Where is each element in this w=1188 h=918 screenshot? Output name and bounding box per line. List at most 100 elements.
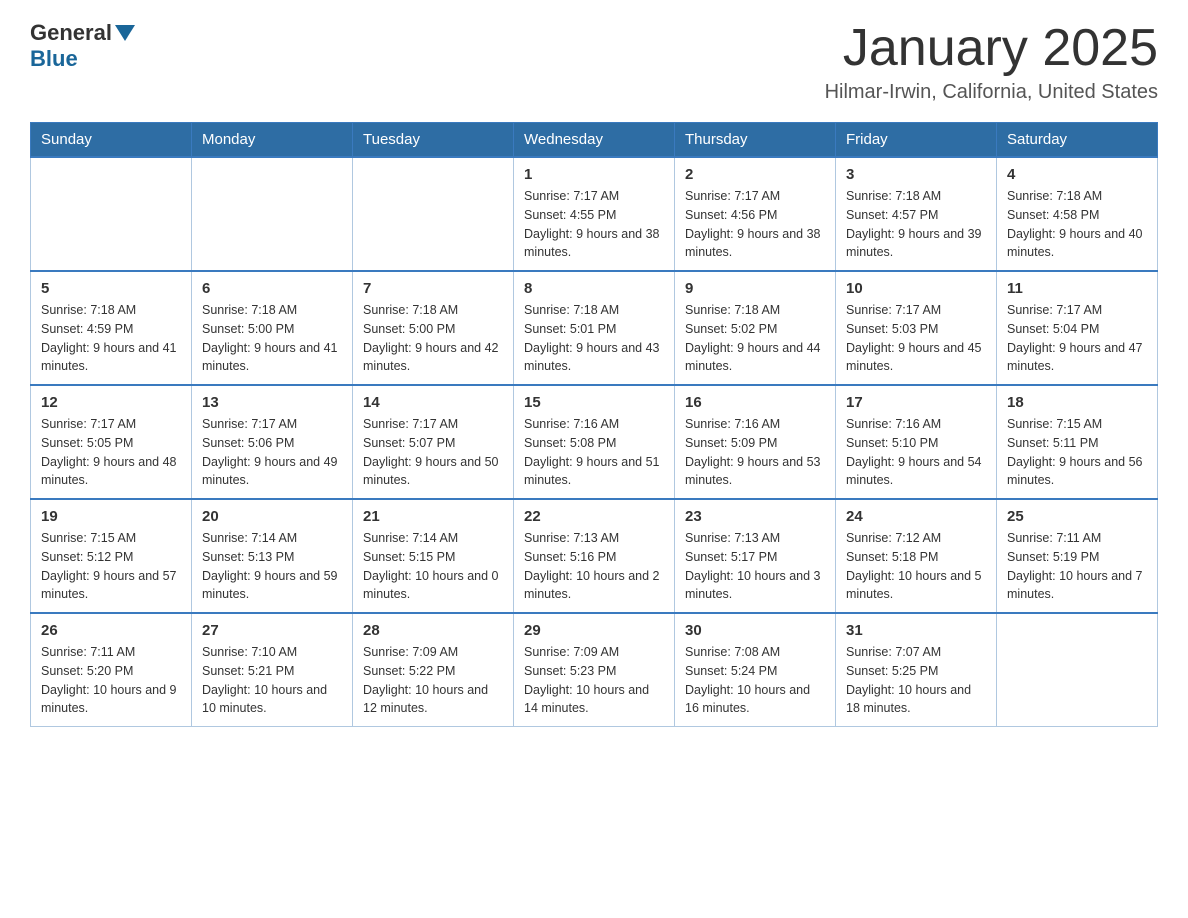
day-number: 27 — [202, 622, 342, 639]
calendar-day-cell — [353, 157, 514, 271]
day-number: 29 — [524, 622, 664, 639]
day-info: Sunrise: 7:11 AM Sunset: 5:20 PM Dayligh… — [41, 643, 181, 718]
calendar-day-cell: 20 Sunrise: 7:14 AM Sunset: 5:13 PM Dayli… — [192, 499, 353, 613]
day-info: Sunrise: 7:17 AM Sunset: 5:06 PM Dayligh… — [202, 415, 342, 490]
calendar-day-cell — [997, 613, 1158, 727]
calendar-day-cell: 26 Sunrise: 7:11 AM Sunset: 5:20 PM Dayli… — [31, 613, 192, 727]
day-number: 23 — [685, 508, 825, 525]
day-info: Sunrise: 7:14 AM Sunset: 5:15 PM Dayligh… — [363, 529, 503, 604]
calendar-day-cell: 6 Sunrise: 7:18 AM Sunset: 5:00 PM Daylig… — [192, 271, 353, 385]
day-number: 22 — [524, 508, 664, 525]
calendar-day-cell: 21Sunrise: 7:14 AM Sunset: 5:15 PM Dayli… — [353, 499, 514, 613]
day-number: 8 — [524, 280, 664, 297]
calendar-day-cell: 10 Sunrise: 7:17 AM Sunset: 5:03 PM Dayli… — [836, 271, 997, 385]
day-info: Sunrise: 7:17 AM Sunset: 4:56 PM Dayligh… — [685, 187, 825, 262]
calendar-week-row: 19Sunrise: 7:15 AM Sunset: 5:12 PM Dayli… — [31, 499, 1158, 613]
day-info: Sunrise: 7:17 AM Sunset: 4:55 PM Dayligh… — [524, 187, 664, 262]
day-number: 10 — [846, 280, 986, 297]
day-info: Sunrise: 7:16 AM Sunset: 5:08 PM Dayligh… — [524, 415, 664, 490]
day-number: 26 — [41, 622, 181, 639]
calendar-day-cell: 25 Sunrise: 7:11 AM Sunset: 5:19 PM Dayli… — [997, 499, 1158, 613]
day-info: Sunrise: 7:14 AM Sunset: 5:13 PM Dayligh… — [202, 529, 342, 604]
day-number: 4 — [1007, 166, 1147, 183]
calendar-day-header: Tuesday — [353, 123, 514, 158]
day-number: 1 — [524, 166, 664, 183]
day-info: Sunrise: 7:18 AM Sunset: 5:01 PM Dayligh… — [524, 301, 664, 376]
day-info: Sunrise: 7:09 AM Sunset: 5:23 PM Dayligh… — [524, 643, 664, 718]
page-header: General Blue January 2025 Hilmar-Irwin, … — [30, 20, 1158, 104]
calendar-week-row: 26 Sunrise: 7:11 AM Sunset: 5:20 PM Dayli… — [31, 613, 1158, 727]
calendar-day-cell: 29 Sunrise: 7:09 AM Sunset: 5:23 PM Dayli… — [514, 613, 675, 727]
day-info: Sunrise: 7:17 AM Sunset: 5:03 PM Dayligh… — [846, 301, 986, 376]
calendar-day-cell: 16 Sunrise: 7:16 AM Sunset: 5:09 PM Dayli… — [675, 385, 836, 499]
calendar-day-cell: 23 Sunrise: 7:13 AM Sunset: 5:17 PM Dayli… — [675, 499, 836, 613]
calendar-day-cell: 22 Sunrise: 7:13 AM Sunset: 5:16 PM Dayli… — [514, 499, 675, 613]
day-number: 25 — [1007, 508, 1147, 525]
day-number: 19 — [41, 508, 181, 525]
day-number: 13 — [202, 394, 342, 411]
calendar-day-cell: 24 Sunrise: 7:12 AM Sunset: 5:18 PM Dayli… — [836, 499, 997, 613]
calendar-day-cell: 4 Sunrise: 7:18 AM Sunset: 4:58 PM Daylig… — [997, 157, 1158, 271]
calendar-day-cell — [192, 157, 353, 271]
day-info: Sunrise: 7:07 AM Sunset: 5:25 PM Dayligh… — [846, 643, 986, 718]
calendar-week-row: 1 Sunrise: 7:17 AM Sunset: 4:55 PM Daylig… — [31, 157, 1158, 271]
day-number: 31 — [846, 622, 986, 639]
day-number: 9 — [685, 280, 825, 297]
day-info: Sunrise: 7:18 AM Sunset: 5:00 PM Dayligh… — [202, 301, 342, 376]
calendar-day-cell: 5 Sunrise: 7:18 AM Sunset: 4:59 PM Daylig… — [31, 271, 192, 385]
logo-general: General — [30, 20, 112, 46]
calendar-day-header: Friday — [836, 123, 997, 158]
day-info: Sunrise: 7:18 AM Sunset: 4:59 PM Dayligh… — [41, 301, 181, 376]
calendar-day-cell: 14Sunrise: 7:17 AM Sunset: 5:07 PM Dayli… — [353, 385, 514, 499]
day-number: 20 — [202, 508, 342, 525]
calendar-day-header: Wednesday — [514, 123, 675, 158]
calendar-header-row: SundayMondayTuesdayWednesdayThursdayFrid… — [31, 123, 1158, 158]
day-info: Sunrise: 7:11 AM Sunset: 5:19 PM Dayligh… — [1007, 529, 1147, 604]
calendar-table: SundayMondayTuesdayWednesdayThursdayFrid… — [30, 122, 1158, 727]
logo: General Blue — [30, 20, 138, 72]
calendar-day-header: Saturday — [997, 123, 1158, 158]
calendar-day-cell: 15 Sunrise: 7:16 AM Sunset: 5:08 PM Dayli… — [514, 385, 675, 499]
day-info: Sunrise: 7:18 AM Sunset: 5:00 PM Dayligh… — [363, 301, 503, 376]
calendar-day-cell: 18 Sunrise: 7:15 AM Sunset: 5:11 PM Dayli… — [997, 385, 1158, 499]
day-number: 11 — [1007, 280, 1147, 297]
day-number: 12 — [41, 394, 181, 411]
day-info: Sunrise: 7:15 AM Sunset: 5:11 PM Dayligh… — [1007, 415, 1147, 490]
day-info: Sunrise: 7:16 AM Sunset: 5:09 PM Dayligh… — [685, 415, 825, 490]
day-info: Sunrise: 7:18 AM Sunset: 4:58 PM Dayligh… — [1007, 187, 1147, 262]
day-number: 6 — [202, 280, 342, 297]
calendar-day-header: Sunday — [31, 123, 192, 158]
day-number: 3 — [846, 166, 986, 183]
calendar-day-cell: 11Sunrise: 7:17 AM Sunset: 5:04 PM Dayli… — [997, 271, 1158, 385]
day-number: 14 — [363, 394, 503, 411]
day-info: Sunrise: 7:10 AM Sunset: 5:21 PM Dayligh… — [202, 643, 342, 718]
day-info: Sunrise: 7:09 AM Sunset: 5:22 PM Dayligh… — [363, 643, 503, 718]
calendar-day-header: Monday — [192, 123, 353, 158]
day-info: Sunrise: 7:18 AM Sunset: 5:02 PM Dayligh… — [685, 301, 825, 376]
day-number: 2 — [685, 166, 825, 183]
day-info: Sunrise: 7:16 AM Sunset: 5:10 PM Dayligh… — [846, 415, 986, 490]
day-number: 16 — [685, 394, 825, 411]
calendar-day-cell: 13 Sunrise: 7:17 AM Sunset: 5:06 PM Dayli… — [192, 385, 353, 499]
calendar-day-cell: 28Sunrise: 7:09 AM Sunset: 5:22 PM Dayli… — [353, 613, 514, 727]
location-title: Hilmar-Irwin, California, United States — [825, 81, 1158, 104]
day-number: 18 — [1007, 394, 1147, 411]
calendar-day-cell: 17Sunrise: 7:16 AM Sunset: 5:10 PM Dayli… — [836, 385, 997, 499]
day-info: Sunrise: 7:13 AM Sunset: 5:17 PM Dayligh… — [685, 529, 825, 604]
day-info: Sunrise: 7:13 AM Sunset: 5:16 PM Dayligh… — [524, 529, 664, 604]
day-number: 24 — [846, 508, 986, 525]
day-info: Sunrise: 7:08 AM Sunset: 5:24 PM Dayligh… — [685, 643, 825, 718]
calendar-day-cell: 30Sunrise: 7:08 AM Sunset: 5:24 PM Dayli… — [675, 613, 836, 727]
logo-blue: Blue — [30, 46, 78, 72]
calendar-day-cell: 27 Sunrise: 7:10 AM Sunset: 5:21 PM Dayli… — [192, 613, 353, 727]
day-info: Sunrise: 7:12 AM Sunset: 5:18 PM Dayligh… — [846, 529, 986, 604]
calendar-day-header: Thursday — [675, 123, 836, 158]
calendar-body: 1 Sunrise: 7:17 AM Sunset: 4:55 PM Daylig… — [31, 157, 1158, 727]
calendar-day-cell — [31, 157, 192, 271]
calendar-day-cell: 9 Sunrise: 7:18 AM Sunset: 5:02 PM Daylig… — [675, 271, 836, 385]
day-number: 5 — [41, 280, 181, 297]
day-number: 15 — [524, 394, 664, 411]
calendar-day-cell: 31 Sunrise: 7:07 AM Sunset: 5:25 PM Dayli… — [836, 613, 997, 727]
day-number: 7 — [363, 280, 503, 297]
month-title: January 2025 — [825, 20, 1158, 77]
